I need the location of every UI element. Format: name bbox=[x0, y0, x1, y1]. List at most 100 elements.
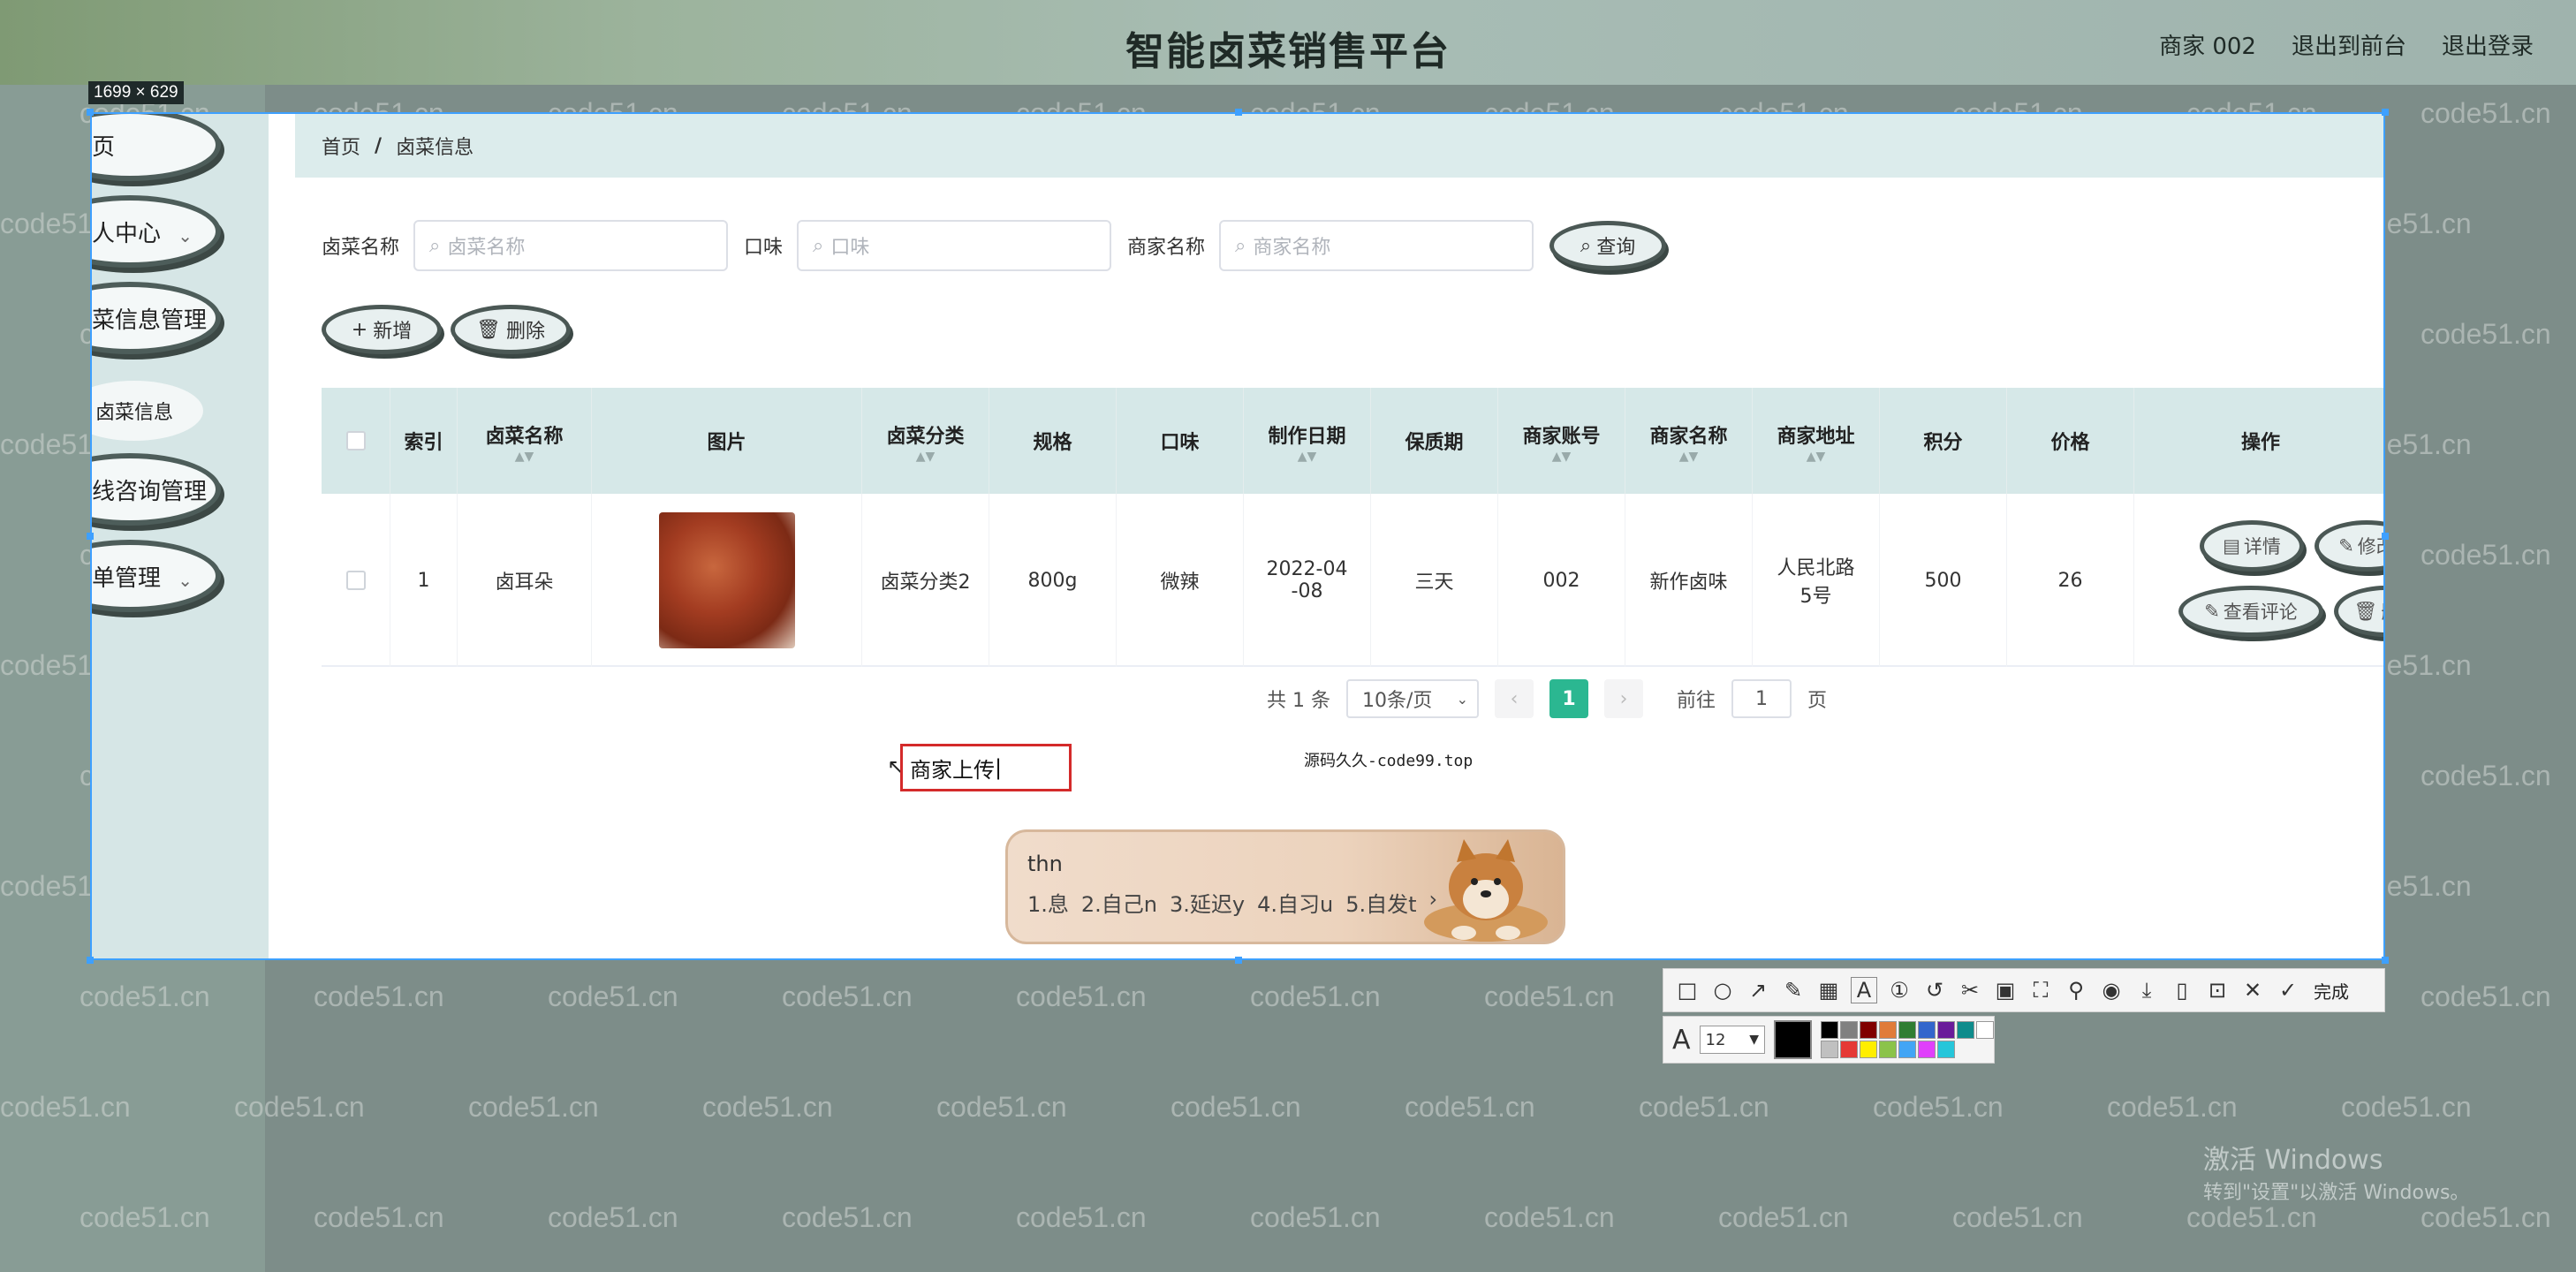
resize-handle[interactable] bbox=[87, 109, 94, 116]
merchant-search-input[interactable]: ⌕ 商家名称 bbox=[1219, 220, 1534, 271]
row-delete-button[interactable]: 🗑删除 bbox=[2334, 586, 2383, 637]
header-price[interactable]: 价格 bbox=[2007, 388, 2134, 494]
mosaic-tool-icon[interactable]: ▦ bbox=[1815, 977, 1842, 1003]
cut-icon[interactable]: ✂ bbox=[1957, 977, 1983, 1003]
ime-candidate[interactable]: 4.自习u bbox=[1257, 887, 1333, 918]
download-icon[interactable]: ⤓ bbox=[2133, 977, 2160, 1003]
resize-handle[interactable] bbox=[87, 533, 94, 540]
color-swatch[interactable] bbox=[1821, 1041, 1838, 1058]
goto-page-input[interactable]: 1 bbox=[1731, 679, 1792, 718]
header-points[interactable]: 积分 bbox=[1880, 388, 2007, 494]
close-icon[interactable]: ✕ bbox=[2239, 977, 2266, 1003]
undo-icon[interactable]: ↺ bbox=[1921, 977, 1948, 1003]
resize-handle[interactable] bbox=[2382, 109, 2389, 116]
prev-page-button[interactable]: ‹ bbox=[1494, 679, 1534, 718]
header-name[interactable]: 卤菜名称 ▲▼ bbox=[458, 388, 592, 494]
text-tool-icon[interactable]: A bbox=[1851, 977, 1877, 1003]
resize-handle[interactable] bbox=[2382, 957, 2389, 964]
pin-icon[interactable]: ⚲ bbox=[2063, 977, 2089, 1003]
color-swatch[interactable] bbox=[1898, 1021, 1916, 1039]
header-date[interactable]: 制作日期 ▲▼ bbox=[1244, 388, 1371, 494]
add-button-label: 新增 bbox=[373, 321, 413, 343]
header-account[interactable]: 商家账号 ▲▼ bbox=[1498, 388, 1625, 494]
header-address[interactable]: 商家地址 ▲▼ bbox=[1753, 388, 1880, 494]
current-color-swatch[interactable] bbox=[1774, 1020, 1812, 1059]
cell-name: 卤耳朵 bbox=[458, 494, 592, 667]
color-swatch[interactable] bbox=[1879, 1021, 1897, 1039]
color-swatch[interactable] bbox=[1860, 1021, 1877, 1039]
sort-icon: ▲▼ bbox=[1806, 450, 1826, 464]
color-swatch[interactable] bbox=[1937, 1041, 1955, 1058]
color-swatch[interactable] bbox=[1879, 1041, 1897, 1058]
color-swatch[interactable] bbox=[1860, 1041, 1877, 1058]
ellipse-tool-icon[interactable]: ○ bbox=[1709, 977, 1736, 1003]
cell-flavor: 微辣 bbox=[1117, 494, 1244, 667]
flavor-search-input[interactable]: ⌕ 口味 bbox=[797, 220, 1112, 271]
page-number[interactable]: 1 bbox=[1549, 679, 1588, 718]
header-category[interactable]: 卤菜分类 ▲▼ bbox=[862, 388, 989, 494]
ime-candidate[interactable]: 3.延迟y bbox=[1170, 887, 1245, 918]
name-search-placeholder: 卤菜名称 bbox=[447, 237, 526, 259]
merchant-account-link[interactable]: 商家 002 bbox=[2159, 28, 2256, 61]
color-swatch[interactable] bbox=[1976, 1021, 1994, 1039]
bookmark-icon[interactable]: ⊡ bbox=[2204, 977, 2231, 1003]
resize-handle[interactable] bbox=[1235, 109, 1242, 116]
selected-capture-region[interactable]: 首页 / 卤菜信息 卤菜名称 ⌕ 卤菜名称 口味 ⌕ 口味 商家名称 ⌕ 商家名… bbox=[90, 112, 2385, 960]
color-swatch[interactable] bbox=[1821, 1021, 1838, 1039]
resize-handle[interactable] bbox=[87, 957, 94, 964]
header-merchant[interactable]: 商家名称 ▲▼ bbox=[1625, 388, 1753, 494]
windows-activation-hint: 转到"设置"以激活 Windows。 bbox=[2203, 1182, 2470, 1204]
cell-spec: 800g bbox=[989, 494, 1117, 667]
name-search-input[interactable]: ⌕ 卤菜名称 bbox=[413, 220, 729, 271]
color-swatch[interactable] bbox=[1840, 1021, 1858, 1039]
row-checkbox[interactable] bbox=[345, 571, 366, 590]
record-icon[interactable]: ◉ bbox=[2098, 977, 2125, 1003]
exit-to-front-link[interactable]: 退出到前台 bbox=[2292, 28, 2406, 61]
header-flavor[interactable]: 口味 bbox=[1117, 388, 1244, 494]
row-select-cell bbox=[322, 494, 390, 667]
color-swatch[interactable] bbox=[1957, 1021, 1974, 1039]
header-spec[interactable]: 规格 bbox=[989, 388, 1117, 494]
ime-composition: thn bbox=[1027, 852, 1063, 876]
check-icon[interactable]: ✓ bbox=[2275, 977, 2301, 1003]
edit-button[interactable]: ✎修改 bbox=[2315, 520, 2383, 572]
font-size-select[interactable]: 12 ▼ bbox=[1699, 1026, 1765, 1054]
view-reviews-button[interactable]: ✎ 查看评论 bbox=[2178, 586, 2323, 637]
source-note: 源码久久-code99.top bbox=[1304, 752, 1474, 770]
next-page-button[interactable]: › bbox=[1603, 679, 1643, 718]
pen-tool-icon[interactable]: ✎ bbox=[1780, 977, 1807, 1003]
scan-icon[interactable]: ⛶ bbox=[2027, 977, 2054, 1003]
breadcrumb-home[interactable]: 首页 bbox=[322, 132, 360, 160]
header-shelf-life[interactable]: 保质期 bbox=[1371, 388, 1498, 494]
text-annotation-box[interactable]: 商家上传 | bbox=[900, 744, 1072, 791]
add-button[interactable]: + 新增 bbox=[322, 305, 442, 354]
rectangle-tool-icon[interactable]: □ bbox=[1674, 977, 1701, 1003]
logout-link[interactable]: 退出登录 bbox=[2442, 28, 2534, 61]
ocr-icon[interactable]: ▣ bbox=[1992, 977, 2019, 1003]
color-swatch[interactable] bbox=[1918, 1041, 1936, 1058]
pagination: 共 1 条 10条/页 ⌄ ‹ 1 › 前往 1 页 bbox=[1267, 679, 1827, 718]
header-image[interactable]: 图片 bbox=[592, 388, 862, 494]
phone-icon[interactable]: ▯ bbox=[2169, 977, 2195, 1003]
color-swatch[interactable] bbox=[1840, 1041, 1858, 1058]
arrow-tool-icon[interactable]: ↗ bbox=[1745, 977, 1771, 1003]
number-tool-icon[interactable]: ① bbox=[1886, 977, 1913, 1003]
batch-delete-button[interactable]: 🗑 删除 bbox=[451, 305, 571, 354]
page-size-select[interactable]: 10条/页 ⌄ bbox=[1345, 679, 1479, 718]
select-all-checkbox[interactable] bbox=[345, 431, 366, 450]
resize-handle[interactable] bbox=[2382, 533, 2389, 540]
query-button[interactable]: ⌕ 查询 bbox=[1549, 221, 1667, 270]
text-style-toolbar: A 12 ▼ bbox=[1663, 1016, 1995, 1064]
detail-button[interactable]: ▤ 详情 bbox=[2200, 520, 2304, 572]
flavor-search-placeholder: 口味 bbox=[830, 237, 870, 259]
color-swatch[interactable] bbox=[1918, 1021, 1936, 1039]
page-suffix: 页 bbox=[1807, 690, 1828, 712]
search-icon: ⌕ bbox=[813, 234, 824, 257]
food-image[interactable] bbox=[658, 512, 795, 648]
color-swatch[interactable] bbox=[1898, 1041, 1916, 1058]
done-button[interactable]: 完成 bbox=[2314, 978, 2349, 1003]
ime-candidate[interactable]: 2.自己n bbox=[1081, 887, 1157, 918]
color-swatch[interactable] bbox=[1937, 1021, 1955, 1039]
resize-handle[interactable] bbox=[1235, 957, 1242, 964]
ime-candidate[interactable]: 1.息 bbox=[1027, 887, 1069, 918]
